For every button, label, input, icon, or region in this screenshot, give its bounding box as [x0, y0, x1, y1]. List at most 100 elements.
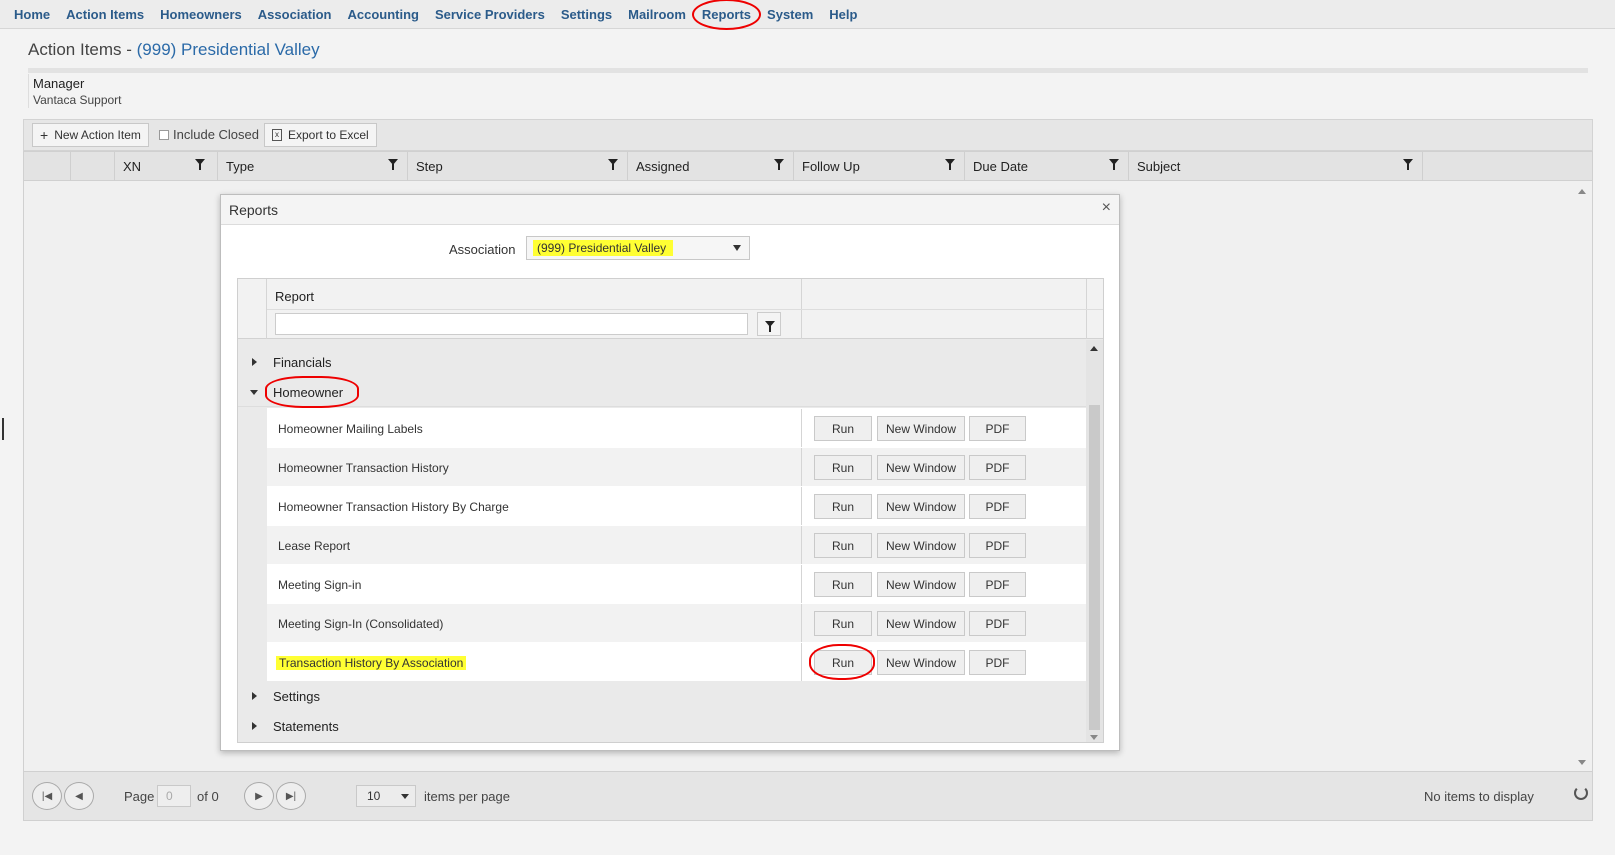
run-button[interactable]: Run — [814, 494, 872, 519]
filter-icon[interactable] — [1109, 159, 1119, 170]
next-page-button[interactable]: ▶ — [244, 782, 274, 810]
nav-accounting[interactable]: Accounting — [339, 7, 427, 22]
cursor-mark — [2, 418, 4, 440]
refresh-icon[interactable] — [1574, 786, 1588, 800]
scroll-up-icon[interactable] — [1090, 346, 1098, 351]
new-window-button[interactable]: New Window — [877, 611, 965, 636]
nav-settings[interactable]: Settings — [553, 7, 620, 22]
collapse-icon[interactable] — [250, 390, 258, 395]
group-row-financials[interactable]: Financials — [238, 347, 1086, 377]
grid-col-xn-label: XN — [123, 159, 142, 174]
scroll-down-icon[interactable] — [1090, 735, 1098, 740]
grid-col-assigned-label: Assigned — [636, 159, 690, 174]
run-button[interactable]: Run — [809, 644, 875, 680]
nav-service-providers[interactable]: Service Providers — [427, 7, 553, 22]
pdf-button[interactable]: PDF — [969, 611, 1026, 636]
scrollbar-thumb[interactable] — [1089, 405, 1100, 730]
expand-icon[interactable] — [252, 692, 257, 700]
grid-col-type[interactable]: Type — [217, 152, 407, 181]
filter-icon[interactable] — [195, 159, 205, 170]
new-action-item-button[interactable]: + New Action Item — [32, 123, 149, 147]
export-excel-button[interactable]: x Export to Excel — [264, 123, 377, 147]
grid-col-follow-up[interactable]: Follow Up — [793, 152, 964, 181]
nav-help[interactable]: Help — [821, 7, 865, 22]
run-button[interactable]: Run — [814, 572, 872, 597]
new-window-button[interactable]: New Window — [877, 650, 965, 675]
run-button[interactable]: Run — [814, 455, 872, 480]
pdf-button[interactable]: PDF — [969, 572, 1026, 597]
new-action-item-label: New Action Item — [54, 128, 141, 142]
filter-icon[interactable] — [774, 159, 784, 170]
grid-col-end — [1422, 152, 1594, 181]
title-divider — [28, 68, 1588, 73]
report-row: Meeting Sign-In (Consolidated) Run New W… — [267, 603, 1086, 643]
new-window-button[interactable]: New Window — [877, 455, 965, 480]
grid-col-subject[interactable]: Subject — [1128, 152, 1422, 181]
page-title-association: (999) Presidential Valley — [136, 40, 320, 59]
group-row-statements[interactable]: Statements — [238, 711, 1086, 741]
include-closed-checkbox[interactable] — [159, 129, 169, 140]
scroll-down-icon[interactable] — [1578, 760, 1586, 765]
new-window-button[interactable]: New Window — [877, 494, 965, 519]
items-per-page-select[interactable]: 10 — [356, 785, 416, 807]
filter-icon[interactable] — [945, 159, 955, 170]
nav-system[interactable]: System — [759, 7, 821, 22]
nav-association[interactable]: Association — [250, 7, 340, 22]
report-name: Homeowner Mailing Labels — [278, 422, 423, 436]
group-row-homeowner[interactable]: Homeowner — [238, 376, 1086, 408]
pdf-button[interactable]: PDF — [969, 455, 1026, 480]
report-filter-button[interactable] — [757, 312, 781, 336]
pdf-button[interactable]: PDF — [969, 650, 1026, 675]
grid-col-step[interactable]: Step — [407, 152, 627, 181]
grid-col-follow-up-label: Follow Up — [802, 159, 860, 174]
nav-mailroom[interactable]: Mailroom — [620, 7, 694, 22]
grid-col-assigned[interactable]: Assigned — [627, 152, 793, 181]
filter-icon[interactable] — [1403, 159, 1413, 170]
report-row: Homeowner Transaction History Run New Wi… — [267, 447, 1086, 487]
report-column-header[interactable]: Report — [275, 289, 314, 304]
new-window-button[interactable]: New Window — [877, 533, 965, 558]
group-label-homeowner: Homeowner — [264, 376, 360, 408]
group-row-settings[interactable]: Settings — [238, 681, 1086, 711]
new-window-button[interactable]: New Window — [877, 416, 965, 441]
action-items-grid-header: XN Type Step Assigned Follow Up Due Date… — [23, 151, 1593, 181]
run-button[interactable]: Run — [814, 533, 872, 558]
first-page-button[interactable]: |◀ — [32, 782, 62, 810]
report-row: Transaction History By Association Run N… — [267, 642, 1086, 682]
items-per-page-value: 10 — [367, 789, 381, 803]
pdf-button[interactable]: PDF — [969, 533, 1026, 558]
filter-icon — [765, 321, 775, 332]
run-button[interactable]: Run — [814, 416, 872, 441]
association-select[interactable]: (999) Presidential Valley — [526, 236, 750, 260]
report-row: Meeting Sign-in Run New Window PDF — [267, 564, 1086, 604]
page-number-input[interactable]: 0 — [157, 785, 191, 807]
nav-action-items[interactable]: Action Items — [58, 7, 152, 22]
grid-col-due-date[interactable]: Due Date — [964, 152, 1128, 181]
nav-reports[interactable]: Reports — [691, 0, 762, 30]
report-filter-input[interactable] — [275, 313, 748, 335]
last-page-button[interactable]: ▶| — [276, 782, 306, 810]
pdf-button[interactable]: PDF — [969, 416, 1026, 441]
scroll-up-icon[interactable] — [1578, 189, 1586, 194]
col-divider — [801, 604, 802, 643]
prev-page-button[interactable]: ◀ — [64, 782, 94, 810]
report-row: Homeowner Transaction History By Charge … — [267, 486, 1086, 526]
filter-icon[interactable] — [388, 159, 398, 170]
run-button[interactable]: Run — [814, 611, 872, 636]
expand-icon[interactable] — [252, 358, 257, 366]
reports-scrollbar[interactable] — [1086, 340, 1103, 742]
close-icon[interactable]: × — [1102, 199, 1111, 217]
nav-home[interactable]: Home — [6, 7, 58, 22]
col-divider — [801, 643, 802, 682]
include-closed-toggle[interactable]: Include Closed — [159, 127, 259, 142]
nav-homeowners[interactable]: Homeowners — [152, 7, 250, 22]
expand-icon[interactable] — [252, 722, 257, 730]
pdf-button[interactable]: PDF — [969, 494, 1026, 519]
new-window-button[interactable]: New Window — [877, 572, 965, 597]
report-name: Homeowner Transaction History By Charge — [278, 500, 509, 514]
next-page-icon: ▶ — [255, 790, 263, 802]
grid-col-xn[interactable]: XN — [114, 152, 217, 181]
top-nav: Home Action Items Homeowners Association… — [0, 0, 1615, 30]
col-divider — [801, 448, 802, 487]
filter-icon[interactable] — [608, 159, 618, 170]
